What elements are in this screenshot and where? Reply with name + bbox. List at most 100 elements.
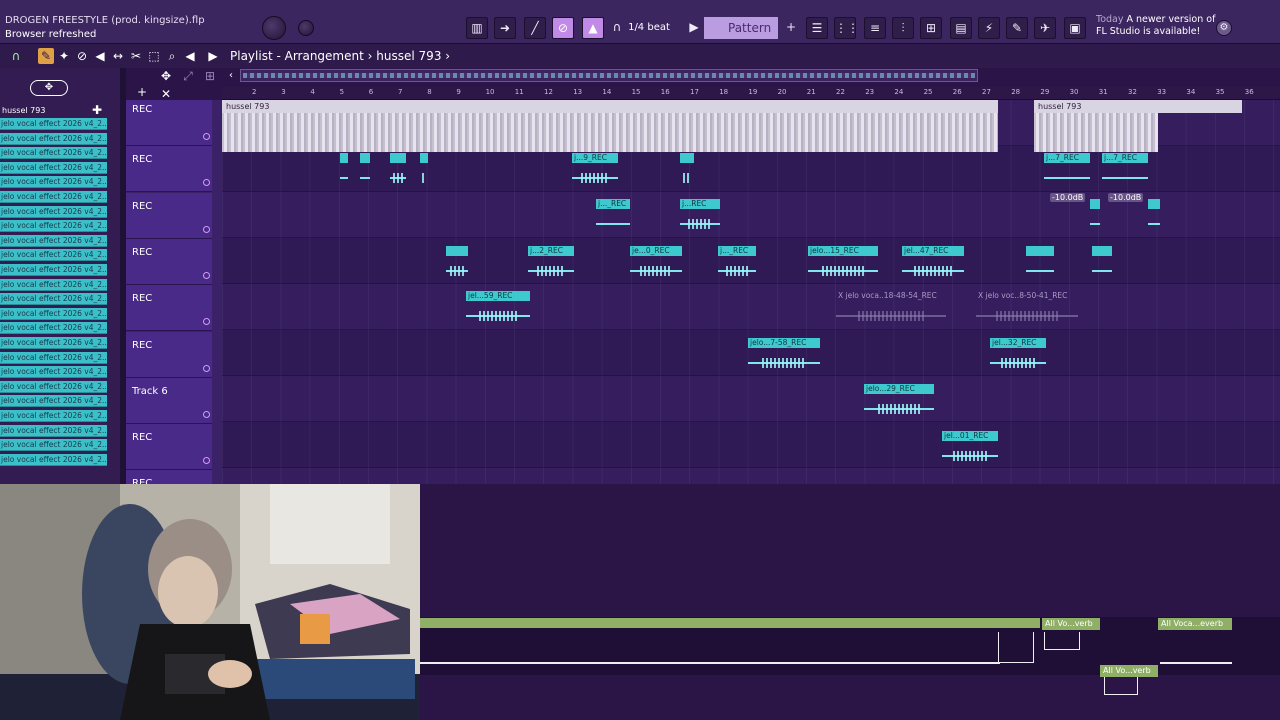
- track-mute-icon[interactable]: [203, 457, 210, 465]
- snap-select[interactable]: 1/4 beat: [624, 17, 674, 39]
- browser-item[interactable]: jelo vocal effect 2026 v4_2...: [0, 118, 107, 130]
- metronome-icon[interactable]: ▲: [582, 17, 604, 39]
- browser-item[interactable]: jelo vocal effect 2026 v4_2...: [0, 410, 107, 422]
- audio-clip[interactable]: [1026, 246, 1054, 290]
- track-mute-icon[interactable]: [203, 133, 210, 140]
- audio-clip[interactable]: jel...01_REC: [942, 431, 998, 475]
- mixer-icon[interactable]: ≡: [864, 17, 886, 39]
- track-name[interactable]: REC: [132, 201, 152, 212]
- track-name[interactable]: REC: [132, 340, 152, 351]
- browser-item[interactable]: jelo vocal effect 2026 v4_2...: [0, 147, 107, 160]
- audio-clip[interactable]: j..._REC: [718, 246, 756, 290]
- audio-clip[interactable]: [680, 153, 694, 197]
- track-name[interactable]: REC: [132, 293, 152, 304]
- audio-clip[interactable]: jel...32_REC: [990, 338, 1046, 382]
- audio-clip[interactable]: jelo...7-58_REC: [748, 338, 820, 382]
- track-name[interactable]: REC: [132, 432, 152, 443]
- scroll-left-icon[interactable]: ‹: [226, 69, 236, 82]
- playback-tool-icon[interactable]: ◀: [182, 48, 198, 64]
- audio-clip[interactable]: j...2_REC: [528, 246, 574, 290]
- playlist-breadcrumb[interactable]: Playlist - Arrangement › hussel 793 ›: [230, 49, 450, 63]
- sliders-icon[interactable]: ⫶: [892, 17, 914, 39]
- link-icon[interactable]: ⊘: [552, 17, 574, 39]
- tools-icon[interactable]: ✎: [1006, 17, 1028, 39]
- track-name[interactable]: REC: [132, 104, 152, 115]
- audio-clip-beat[interactable]: hussel 793: [1034, 100, 1242, 152]
- audio-clip[interactable]: [446, 246, 468, 290]
- audio-clip[interactable]: j..._REC: [596, 199, 630, 243]
- browser-item[interactable]: jelo vocal effect 2026 v4_2...: [0, 191, 107, 203]
- browser-item[interactable]: jelo vocal effect 2026 v4_2...: [0, 249, 107, 262]
- audio-clip[interactable]: [1090, 199, 1100, 243]
- playlist-icon[interactable]: ☰: [806, 17, 828, 39]
- automation-clip-label[interactable]: All Vo...verb: [1100, 665, 1158, 677]
- audio-clip[interactable]: j...REC: [680, 199, 720, 243]
- browser-item[interactable]: jelo vocal effect 2026 v4_2...: [0, 439, 107, 452]
- audio-clip[interactable]: [390, 153, 406, 197]
- track-mute-icon[interactable]: [203, 179, 210, 187]
- audio-clip[interactable]: [340, 153, 348, 197]
- track-name[interactable]: REC: [132, 154, 152, 165]
- track-header[interactable]: REC: [126, 424, 212, 471]
- track-mute-icon[interactable]: [203, 410, 210, 418]
- slip-tool-icon[interactable]: ↔: [110, 48, 126, 64]
- timeline-ruler[interactable]: 2 3 4 5 6 7 8 9 10 11 12 13 14 15 16 17 18 19 20 21 22 23 24 25…: [222, 87, 1280, 100]
- master-pitch-knob[interactable]: [298, 20, 314, 36]
- audio-clip[interactable]: jel...59_REC: [466, 291, 530, 335]
- arrow-icon[interactable]: ➜: [494, 17, 516, 39]
- delete-tool-icon[interactable]: ⊘: [74, 48, 90, 64]
- audio-clip[interactable]: jel...47_REC: [902, 246, 964, 290]
- browser-item[interactable]: jelo vocal effect 2026 v4_2...: [0, 337, 107, 349]
- browser-item[interactable]: jelo vocal effect 2026 v4_2...: [0, 234, 107, 247]
- browser-item[interactable]: jelo vocal effect 2026 v4_2...: [0, 205, 107, 218]
- playlist-menu-icon[interactable]: ▶: [208, 48, 218, 64]
- track-header[interactable]: Track 6: [126, 377, 212, 424]
- browser-item[interactable]: jelo vocal effect 2026 v4_2...: [0, 453, 107, 466]
- browser-item[interactable]: jelo vocal effect 2026 v4_2...: [0, 424, 107, 437]
- browser-item[interactable]: jelo vocal effect 2026 v4_2...: [0, 322, 107, 335]
- track-name[interactable]: REC: [132, 247, 152, 258]
- track-header[interactable]: REC: [126, 146, 212, 193]
- browser-item[interactable]: jelo vocal effect 2026 v4_2...: [0, 351, 107, 364]
- audio-clip[interactable]: je...0_REC: [630, 246, 682, 290]
- browser-item[interactable]: jelo vocal effect 2026 v4_2...: [0, 264, 107, 276]
- browser-item[interactable]: jelo vocal effect 2026 v4_2...: [0, 307, 107, 320]
- plugin-icon[interactable]: ⚡: [978, 17, 1000, 39]
- browser-item[interactable]: jelo vocal effect 2026 v4_2...: [0, 293, 107, 306]
- playlist-grid[interactable]: hussel 793 hussel 793 j...9_REC j...7_RE…: [222, 100, 1280, 484]
- muted-audio-clip[interactable]: X jelo voca..18-48-54_REC: [836, 291, 946, 335]
- browser-add-icon[interactable]: ✚: [90, 104, 104, 117]
- audio-clip[interactable]: [1092, 246, 1112, 290]
- audio-clip[interactable]: jelo...29_REC: [864, 384, 934, 428]
- audio-clip[interactable]: [360, 153, 370, 197]
- move-icon[interactable]: ✥: [158, 68, 174, 84]
- channel-rack-icon[interactable]: ⋮⋮: [834, 17, 859, 39]
- paint-tool-icon[interactable]: ✦: [56, 48, 72, 64]
- add-pattern-button[interactable]: +: [784, 17, 798, 39]
- audio-clip[interactable]: j...9_REC: [572, 153, 618, 197]
- audio-clip-beat[interactable]: hussel 793: [222, 100, 998, 152]
- browser-item[interactable]: jelo vocal effect 2026 v4_2...: [0, 220, 107, 233]
- audio-clip[interactable]: j...7_REC -10.0dB: [1044, 153, 1090, 202]
- shop-icon[interactable]: ▣: [1064, 17, 1086, 39]
- audio-clip[interactable]: [420, 153, 428, 197]
- zoom-tool-icon[interactable]: ⌕: [164, 48, 180, 64]
- browser-item[interactable]: jelo vocal effect 2026 v4_2...: [0, 380, 107, 393]
- pattern-selector[interactable]: Pattern 1: [704, 17, 778, 57]
- audio-clip[interactable]: j...7_REC -10.0dB: [1102, 153, 1148, 202]
- routing-icon[interactable]: ⊞: [920, 17, 942, 39]
- update-settings-icon[interactable]: ⚙: [1216, 20, 1232, 36]
- track-mute-icon[interactable]: [203, 318, 210, 326]
- track-header[interactable]: REC: [126, 238, 212, 285]
- horizontal-overview-scrollbar[interactable]: [240, 69, 978, 82]
- browser-item[interactable]: jelo vocal effect 2026 v4_2...: [0, 366, 107, 379]
- automation-clip-label[interactable]: All Voca...everb: [1158, 618, 1232, 630]
- mute-tool-icon[interactable]: ◀: [92, 48, 108, 64]
- expand-icon[interactable]: ⤢: [180, 68, 196, 84]
- automation-clip-bar[interactable]: [420, 618, 1040, 628]
- muted-audio-clip[interactable]: X jelo voc..8-50-41_REC: [976, 291, 1078, 335]
- track-header[interactable]: REC: [126, 331, 212, 378]
- send-icon[interactable]: ✈: [1034, 17, 1056, 39]
- track-mute-icon[interactable]: [203, 271, 210, 279]
- track-mute-icon[interactable]: [203, 225, 210, 233]
